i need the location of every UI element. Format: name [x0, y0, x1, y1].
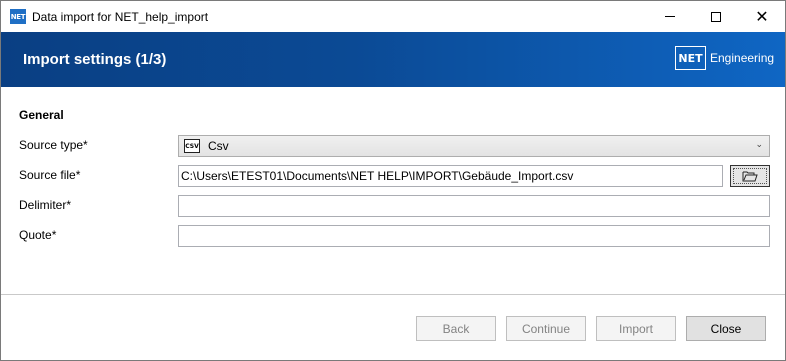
- back-button[interactable]: Back: [416, 316, 496, 341]
- minimize-icon: [665, 16, 675, 17]
- source-type-select[interactable]: CSV Csv ⌄: [178, 135, 770, 157]
- window-title: Data import for NET_help_import: [32, 10, 209, 24]
- minimize-button[interactable]: [647, 1, 693, 32]
- import-button[interactable]: Import: [596, 316, 676, 341]
- title-bar: NET Data import for NET_help_import ✕: [1, 1, 785, 32]
- import-dialog-window: NET Data import for NET_help_import ✕ Im…: [0, 0, 786, 361]
- brand: NET Engineering: [675, 46, 774, 70]
- source-file-input[interactable]: C:\Users\ETEST01\Documents\NET HELP\IMPO…: [178, 165, 723, 187]
- delimiter-label: Delimiter*: [19, 198, 72, 212]
- page-title: Import settings (1/3): [23, 51, 167, 68]
- app-icon: NET: [10, 9, 26, 24]
- browse-button[interactable]: [730, 165, 770, 187]
- quote-input[interactable]: [178, 225, 770, 247]
- quote-label: Quote*: [19, 228, 57, 242]
- close-button[interactable]: Close: [686, 316, 766, 341]
- window-close-button[interactable]: ✕: [739, 1, 785, 32]
- source-file-label: Source file*: [19, 168, 81, 182]
- brand-text: Engineering: [710, 51, 775, 65]
- header-banner: Import settings (1/3) NET Engineering: [1, 32, 785, 87]
- maximize-icon: [711, 11, 721, 22]
- folder-open-icon: [742, 171, 758, 182]
- delimiter-input[interactable]: [178, 195, 770, 217]
- continue-button[interactable]: Continue: [506, 316, 586, 341]
- source-type-value: Csv: [208, 139, 229, 153]
- chevron-down-icon: ⌄: [755, 140, 763, 150]
- footer-divider: [1, 294, 785, 295]
- section-title-general: General: [19, 108, 64, 122]
- close-icon: ✕: [755, 6, 769, 26]
- net-logo: NET: [675, 46, 706, 70]
- source-type-label: Source type*: [19, 138, 88, 152]
- maximize-button[interactable]: [693, 1, 739, 32]
- csv-file-icon: CSV: [184, 139, 200, 153]
